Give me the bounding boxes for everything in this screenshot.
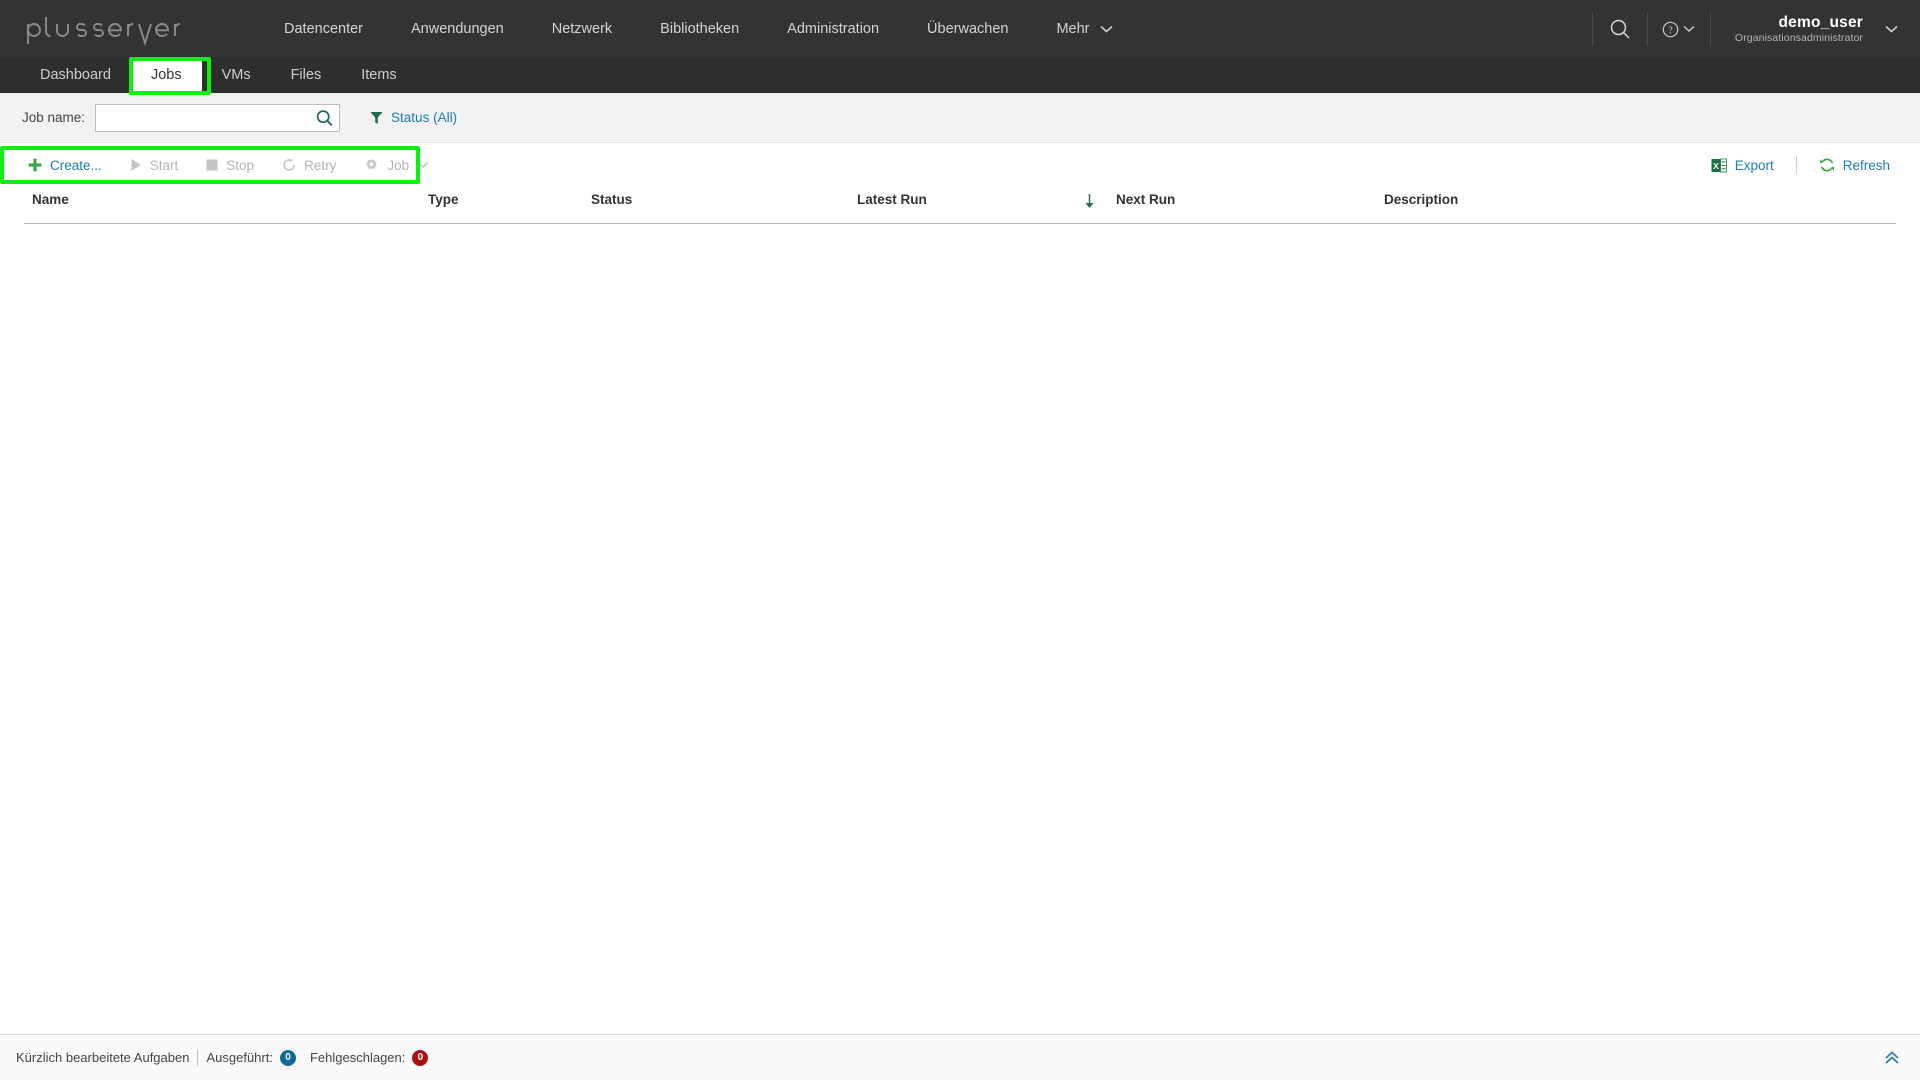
refresh-button[interactable]: Refresh xyxy=(1805,144,1904,186)
jobs-table: Name Type Status Latest Run Next Run Des… xyxy=(0,186,1920,1032)
user-role: Organisationsadministrator xyxy=(1734,32,1863,45)
failed-tasks-group: Fehlgeschlagen: 0 xyxy=(302,1049,434,1066)
sort-indicator-latest-run[interactable] xyxy=(1084,193,1095,209)
svg-text:?: ? xyxy=(1669,25,1674,36)
svg-text:X: X xyxy=(1713,161,1719,171)
export-button-label: Export xyxy=(1734,157,1774,173)
chevron-down-icon xyxy=(1099,25,1113,33)
status-filter-label: Status (All) xyxy=(391,110,458,125)
job-name-search-wrap xyxy=(95,103,341,132)
retry-button[interactable]: Retry xyxy=(268,144,350,186)
chevron-down-icon xyxy=(1683,25,1695,33)
user-name: demo_user xyxy=(1778,13,1863,31)
stop-button-label: Stop xyxy=(226,157,255,173)
nav-item-bibliotheken[interactable]: Bibliotheken xyxy=(636,0,763,58)
top-masthead: Datencenter Anwendungen Netzwerk Bibliot… xyxy=(0,0,1920,58)
logo-wordmark-icon xyxy=(27,17,181,46)
nav-item-anwendungen[interactable]: Anwendungen xyxy=(387,0,528,58)
plusserver-logo[interactable] xyxy=(22,9,222,49)
refresh-button-label: Refresh xyxy=(1842,157,1890,173)
nav-item-netzwerk[interactable]: Netzwerk xyxy=(528,0,636,58)
refresh-arrow-icon xyxy=(283,158,295,171)
export-button[interactable]: X Export xyxy=(1697,144,1788,186)
start-button[interactable]: Start xyxy=(116,144,193,186)
global-search-button[interactable] xyxy=(1593,0,1647,58)
create-button-label: Create... xyxy=(50,157,102,173)
section-tabbar: Dashboard Jobs VMs Files Items xyxy=(0,58,1920,93)
recent-tasks-label[interactable]: Kürzlich bearbeitete Aufgaben xyxy=(8,1050,197,1065)
column-header-next-run[interactable]: Next Run xyxy=(1116,192,1175,207)
user-menu-button[interactable]: demo_user Organisationsadministrator xyxy=(1711,0,1920,58)
column-header-status[interactable]: Status xyxy=(591,192,632,207)
refresh-icon xyxy=(1819,158,1835,172)
primary-navigation: Datencenter Anwendungen Netzwerk Bibliot… xyxy=(260,0,1133,58)
chevron-down-icon xyxy=(417,161,429,169)
funnel-icon xyxy=(370,111,383,124)
nav-item-datencenter[interactable]: Datencenter xyxy=(260,0,387,58)
tab-vms[interactable]: VMs xyxy=(202,58,271,93)
statusbar-collapse-button[interactable] xyxy=(1878,1044,1906,1072)
toolbar-right-cluster: X Export Refresh xyxy=(1697,144,1904,186)
executed-tasks-group: Ausgeführt: 0 xyxy=(198,1049,302,1066)
nav-item-administration[interactable]: Administration xyxy=(763,0,903,58)
chevron-down-icon xyxy=(1885,25,1898,33)
nav-item-ueberwachen[interactable]: Überwachen xyxy=(903,0,1032,58)
column-header-type[interactable]: Type xyxy=(428,192,459,207)
retry-button-label: Retry xyxy=(304,157,337,173)
failed-label: Fehlgeschlagen: xyxy=(309,1050,406,1065)
tab-jobs[interactable]: Jobs xyxy=(130,58,202,93)
stop-square-icon xyxy=(206,159,218,171)
help-circle-icon: ? xyxy=(1663,21,1679,37)
search-icon xyxy=(1610,19,1630,39)
job-menu-button[interactable]: Job xyxy=(350,144,443,186)
tab-dashboard[interactable]: Dashboard xyxy=(20,58,131,93)
double-chevron-up-icon xyxy=(1885,1050,1899,1064)
arrow-down-icon xyxy=(1085,194,1094,208)
executed-label: Ausgeführt: xyxy=(206,1050,273,1065)
nav-mehr-label: Mehr xyxy=(1056,21,1090,37)
stop-button[interactable]: Stop xyxy=(192,144,268,186)
search-submit-button[interactable] xyxy=(316,109,333,126)
gear-icon xyxy=(366,158,378,170)
bottom-status-bar: Kürzlich bearbeitete Aufgaben Ausgeführt… xyxy=(0,1034,1920,1080)
jobs-table-body xyxy=(0,224,1920,1070)
action-toolbar: Create... Start Stop Retry Job X Export … xyxy=(0,144,1920,186)
excel-icon: X xyxy=(1711,158,1727,172)
job-name-label: Job name: xyxy=(22,110,86,125)
status-filter-button[interactable]: Status (All) xyxy=(370,110,457,125)
start-button-label: Start xyxy=(149,157,179,173)
column-header-name[interactable]: Name xyxy=(32,192,69,207)
column-header-latest-run[interactable]: Latest Run xyxy=(857,192,927,207)
column-header-description[interactable]: Description xyxy=(1384,192,1458,207)
failed-count-badge: 0 xyxy=(412,1049,429,1066)
tab-files[interactable]: Files xyxy=(271,58,342,93)
job-name-input[interactable] xyxy=(96,104,340,131)
executed-count-badge: 0 xyxy=(279,1049,296,1066)
filter-bar: Job name: Status (All) xyxy=(0,93,1920,143)
plus-icon xyxy=(28,158,42,172)
masthead-right-cluster: ? demo_user Organisationsadministrator xyxy=(1591,0,1920,58)
nav-item-mehr[interactable]: Mehr xyxy=(1032,0,1132,58)
toolbar-divider xyxy=(1795,156,1797,174)
tab-items[interactable]: Items xyxy=(341,58,416,93)
search-icon xyxy=(316,109,333,126)
job-menu-label: Job xyxy=(387,157,410,173)
user-identity: demo_user Organisationsadministrator xyxy=(1735,13,1863,46)
help-menu-button[interactable]: ? xyxy=(1648,0,1710,58)
jobs-table-header: Name Type Status Latest Run Next Run Des… xyxy=(24,186,1896,224)
create-button[interactable]: Create... xyxy=(14,144,116,186)
play-icon xyxy=(131,159,141,171)
